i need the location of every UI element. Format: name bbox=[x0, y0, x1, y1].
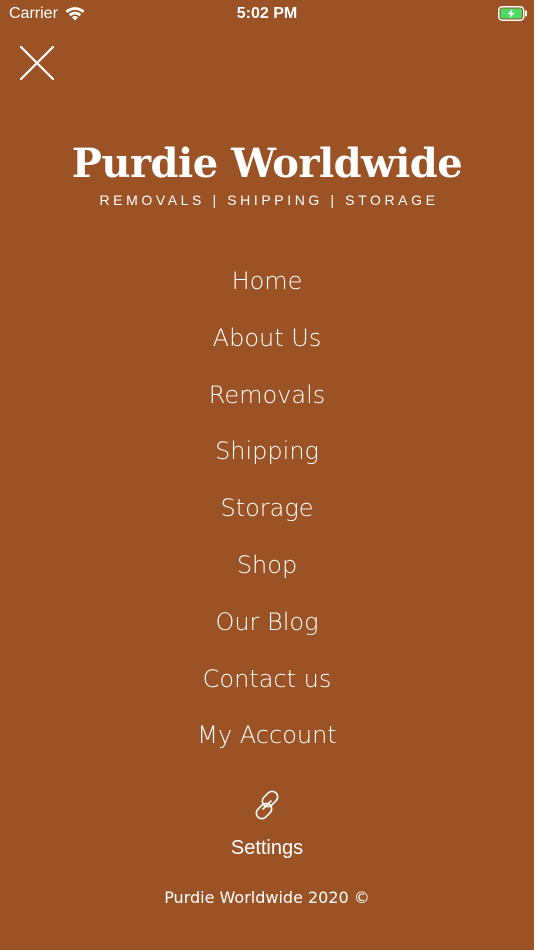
status-time: 5:02 PM bbox=[236, 5, 298, 22]
logo-tagline: REMOVALS | SHIPPING | STORAGE bbox=[99, 192, 439, 208]
battery-charging-icon bbox=[498, 6, 528, 21]
navigation-menu: Home About Us Removals Shipping Storage … bbox=[0, 253, 534, 764]
close-button[interactable] bbox=[18, 44, 56, 82]
close-icon bbox=[19, 45, 55, 81]
settings-button[interactable]: Settings bbox=[0, 788, 534, 860]
menu-item-shipping[interactable]: Shipping bbox=[0, 423, 534, 480]
menu-item-home[interactable]: Home bbox=[0, 253, 534, 310]
logo-title: Purdie Worldwide bbox=[71, 140, 463, 187]
menu-item-shop[interactable]: Shop bbox=[0, 537, 534, 594]
link-icon bbox=[250, 788, 284, 822]
menu-item-removals[interactable]: Removals bbox=[0, 367, 534, 424]
brand-logo: Purdie Worldwide REMOVALS | SHIPPING | S… bbox=[0, 140, 534, 208]
menu-item-storage[interactable]: Storage bbox=[0, 480, 534, 537]
menu-item-my-account[interactable]: My Account bbox=[0, 707, 534, 764]
menu-item-about-us[interactable]: About Us bbox=[0, 310, 534, 367]
menu-item-contact-us[interactable]: Contact us bbox=[0, 651, 534, 708]
status-bar: Carrier 5:02 PM bbox=[0, 0, 534, 28]
footer-copyright: Purdie Worldwide 2020 © bbox=[164, 888, 370, 907]
menu-item-our-blog[interactable]: Our Blog bbox=[0, 594, 534, 651]
settings-label: Settings bbox=[230, 837, 304, 859]
